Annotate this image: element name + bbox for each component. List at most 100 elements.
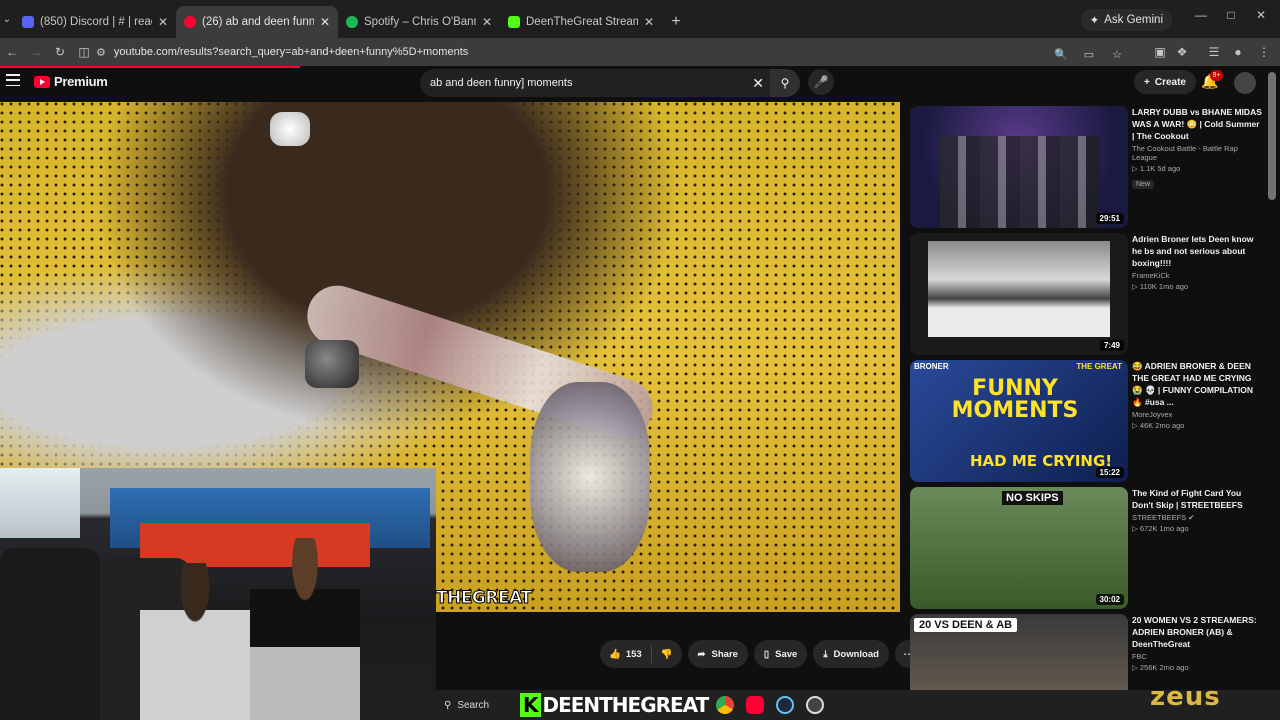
save-button[interactable]: ▯ Save — [753, 640, 808, 668]
obs-icon[interactable] — [806, 696, 825, 714]
video-thumbnail[interactable]: 29:51 — [910, 106, 1128, 228]
video-title[interactable]: 20 WOMEN VS 2 STREAMERS: ADRIEN BRONER (… — [1132, 614, 1262, 650]
kick-logo: K — [520, 693, 541, 717]
recommended-video[interactable]: 29:51 LARRY DUBB vs BHANE MIDAS WAS A WA… — [910, 106, 1266, 233]
close-tab-icon[interactable]: ✕ — [644, 15, 654, 29]
ask-gemini-button[interactable]: ✦ Ask Gemini — [1080, 9, 1172, 31]
video-title[interactable]: 😂 ADRIEN BRONER & DEEN THE GREAT HAD ME … — [1132, 360, 1262, 408]
video-duration: 7:49 — [1099, 340, 1124, 351]
share-button[interactable]: ➦ Share — [687, 640, 748, 668]
tab-spotify[interactable]: Spotify – Chris O'Bannon - Disc ✕ — [338, 6, 500, 38]
channel-name[interactable]: FBC — [1132, 652, 1262, 661]
chrome-icon[interactable] — [716, 696, 735, 714]
back-icon[interactable]: ← — [0, 40, 24, 64]
tab-search-chevron-icon[interactable]: ⌄ — [0, 0, 14, 38]
zoom-icon[interactable]: 🔍 — [1050, 43, 1072, 65]
thumbnail-text: THE GREAT — [1076, 362, 1122, 371]
voice-search-mic-icon[interactable]: 🎤 — [808, 69, 834, 95]
search-input[interactable]: ab and deen funny] moments ✕ ⚲ — [420, 69, 800, 97]
clear-search-icon[interactable]: ✕ — [752, 75, 764, 92]
video-title[interactable]: LARRY DUBB vs BHANE MIDAS WAS A WAR! 😳 |… — [1132, 106, 1262, 142]
share-label: Share — [711, 648, 738, 660]
taskbar-search[interactable]: ⚲ Search — [444, 694, 514, 716]
channel-name[interactable]: STREETBEEFS ✔ — [1132, 513, 1262, 522]
video-title[interactable]: Adrien Broner lets Deen know he bs and n… — [1132, 233, 1262, 269]
video-frame-pendant — [530, 382, 650, 572]
browser-toolbar: ← → ↻ ◫ ⚙ youtube.com/results?search_que… — [0, 38, 1280, 66]
close-tab-icon[interactable]: ✕ — [320, 15, 330, 29]
video-stats: ▷ 256K 2mo ago — [1132, 663, 1189, 672]
tab-kick[interactable]: DeenTheGreat Stream - Watch ✕ — [500, 6, 662, 38]
video-thumbnail[interactable]: 7:49 — [910, 233, 1128, 355]
create-label: Create — [1154, 76, 1186, 88]
reading-list-icon[interactable]: ☰ — [1202, 40, 1226, 64]
dislike-button[interactable]: 👎 — [652, 640, 682, 668]
streamer-name: DEENTHEGREAT — [542, 693, 710, 717]
youtube-header: Premium ab and deen funny] moments ✕ ⚲ 🎤… — [0, 66, 1280, 102]
menu-hamburger-icon[interactable] — [6, 74, 20, 86]
plus-icon: + — [1144, 76, 1150, 88]
search-button[interactable]: ⚲ — [770, 69, 800, 97]
page-scrollbar[interactable] — [1268, 72, 1276, 200]
tab-youtube[interactable]: (26) ab and deen funny] mome ✕ — [176, 6, 338, 38]
account-avatar[interactable] — [1234, 72, 1256, 94]
video-meta: Adrien Broner lets Deen know he bs and n… — [1132, 233, 1262, 291]
channel-name[interactable]: The Cookout Battle - Battle Rap League — [1132, 144, 1262, 162]
reload-icon[interactable]: ↻ — [48, 40, 72, 64]
video-stats: ▷ 46K 2mo ago — [1132, 421, 1185, 430]
bookmark-icon: ▯ — [763, 648, 770, 660]
forward-icon[interactable]: → — [24, 40, 48, 64]
tab-discord[interactable]: (850) Discord | #⁠⁠ | reactions ✕ — [14, 6, 176, 38]
video-title[interactable]: The Kind of Fight Card You Don't Skip | … — [1132, 487, 1262, 511]
video-caption-text: THEGREAT — [436, 588, 533, 609]
create-button[interactable]: + Create — [1134, 70, 1196, 94]
taskbar-search-label: Search — [457, 699, 490, 711]
close-window-icon[interactable]: ✕ — [1246, 8, 1276, 22]
spotify-favicon-icon — [346, 16, 358, 28]
search-icon: ⚲ — [780, 76, 790, 90]
recommended-video[interactable]: BRONER THE GREAT FUNNY MOMENTS HAD ME CR… — [910, 360, 1266, 487]
like-button[interactable]: 👍 153 — [600, 640, 651, 668]
video-thumbnail[interactable]: NO SKIPS 30:02 — [910, 487, 1128, 609]
thumbnail-image — [928, 241, 1110, 337]
side-panel-icon[interactable]: ◫ — [72, 40, 96, 64]
share-arrow-icon: ➦ — [697, 648, 706, 660]
new-tab-button[interactable]: + — [662, 6, 690, 38]
site-info-icon[interactable]: ⚙ — [96, 46, 106, 59]
close-tab-icon[interactable]: ✕ — [482, 15, 492, 29]
extensions-puzzle-icon[interactable]: ❖ — [1170, 40, 1194, 64]
cam-window — [0, 468, 80, 538]
screen: { "browser": { "tabs": [ {"title": "(850… — [0, 0, 1280, 720]
maximize-window-icon[interactable]: □ — [1216, 8, 1246, 22]
bookmark-star-icon[interactable]: ☆ — [1106, 43, 1128, 65]
extension-icon[interactable]: ▣ — [1148, 40, 1172, 64]
thumbnail-text: HAD ME CRYING! — [970, 452, 1113, 470]
video-frame-stone — [305, 340, 359, 388]
cast-icon[interactable]: ▭ — [1078, 43, 1100, 65]
steam-icon[interactable] — [776, 696, 795, 714]
profile-icon[interactable]: ● — [1226, 40, 1250, 64]
minimize-window-icon[interactable]: — — [1186, 8, 1216, 22]
tab-title: (850) Discord | #⁠⁠ | reactions — [40, 16, 152, 28]
streamer-name-overlay: K DEENTHEGREAT — [520, 692, 710, 718]
video-stats: ▷ 672K 1mo ago — [1132, 524, 1189, 533]
thumbnail-text: 20 VS DEEN & AB — [914, 618, 1018, 632]
download-button[interactable]: ⤓ Download — [813, 640, 889, 668]
recommended-video[interactable]: 7:49 Adrien Broner lets Deen know he bs … — [910, 233, 1266, 360]
download-label: Download — [833, 648, 879, 660]
video-actions-row: 👍 153 👎 ➦ Share ▯ Save ⤓ Download ⋯ — [600, 640, 923, 668]
channel-name[interactable]: FrameKiCk — [1132, 271, 1262, 280]
recommended-video[interactable]: NO SKIPS 30:02 The Kind of Fight Card Yo… — [910, 487, 1266, 614]
zeus-watermark: zeus — [1150, 682, 1221, 712]
address-bar[interactable]: ⚙ youtube.com/results?search_query=ab+an… — [96, 41, 1132, 63]
thumbs-up-icon: 👍 — [609, 648, 621, 660]
search-icon: ⚲ — [444, 699, 452, 711]
youtube-logo[interactable]: Premium — [34, 74, 108, 89]
close-tab-icon[interactable]: ✕ — [158, 15, 168, 29]
browser-menu-icon[interactable]: ⋮ — [1252, 40, 1276, 64]
url-text: youtube.com/results?search_query=ab+and+… — [113, 46, 469, 58]
video-thumbnail[interactable]: BRONER THE GREAT FUNNY MOMENTS HAD ME CR… — [910, 360, 1128, 482]
youtube-app-icon[interactable] — [746, 696, 765, 714]
video-stats: ▷ 110K 1mo ago — [1132, 282, 1189, 291]
channel-name[interactable]: MoreJoyvex — [1132, 410, 1262, 419]
